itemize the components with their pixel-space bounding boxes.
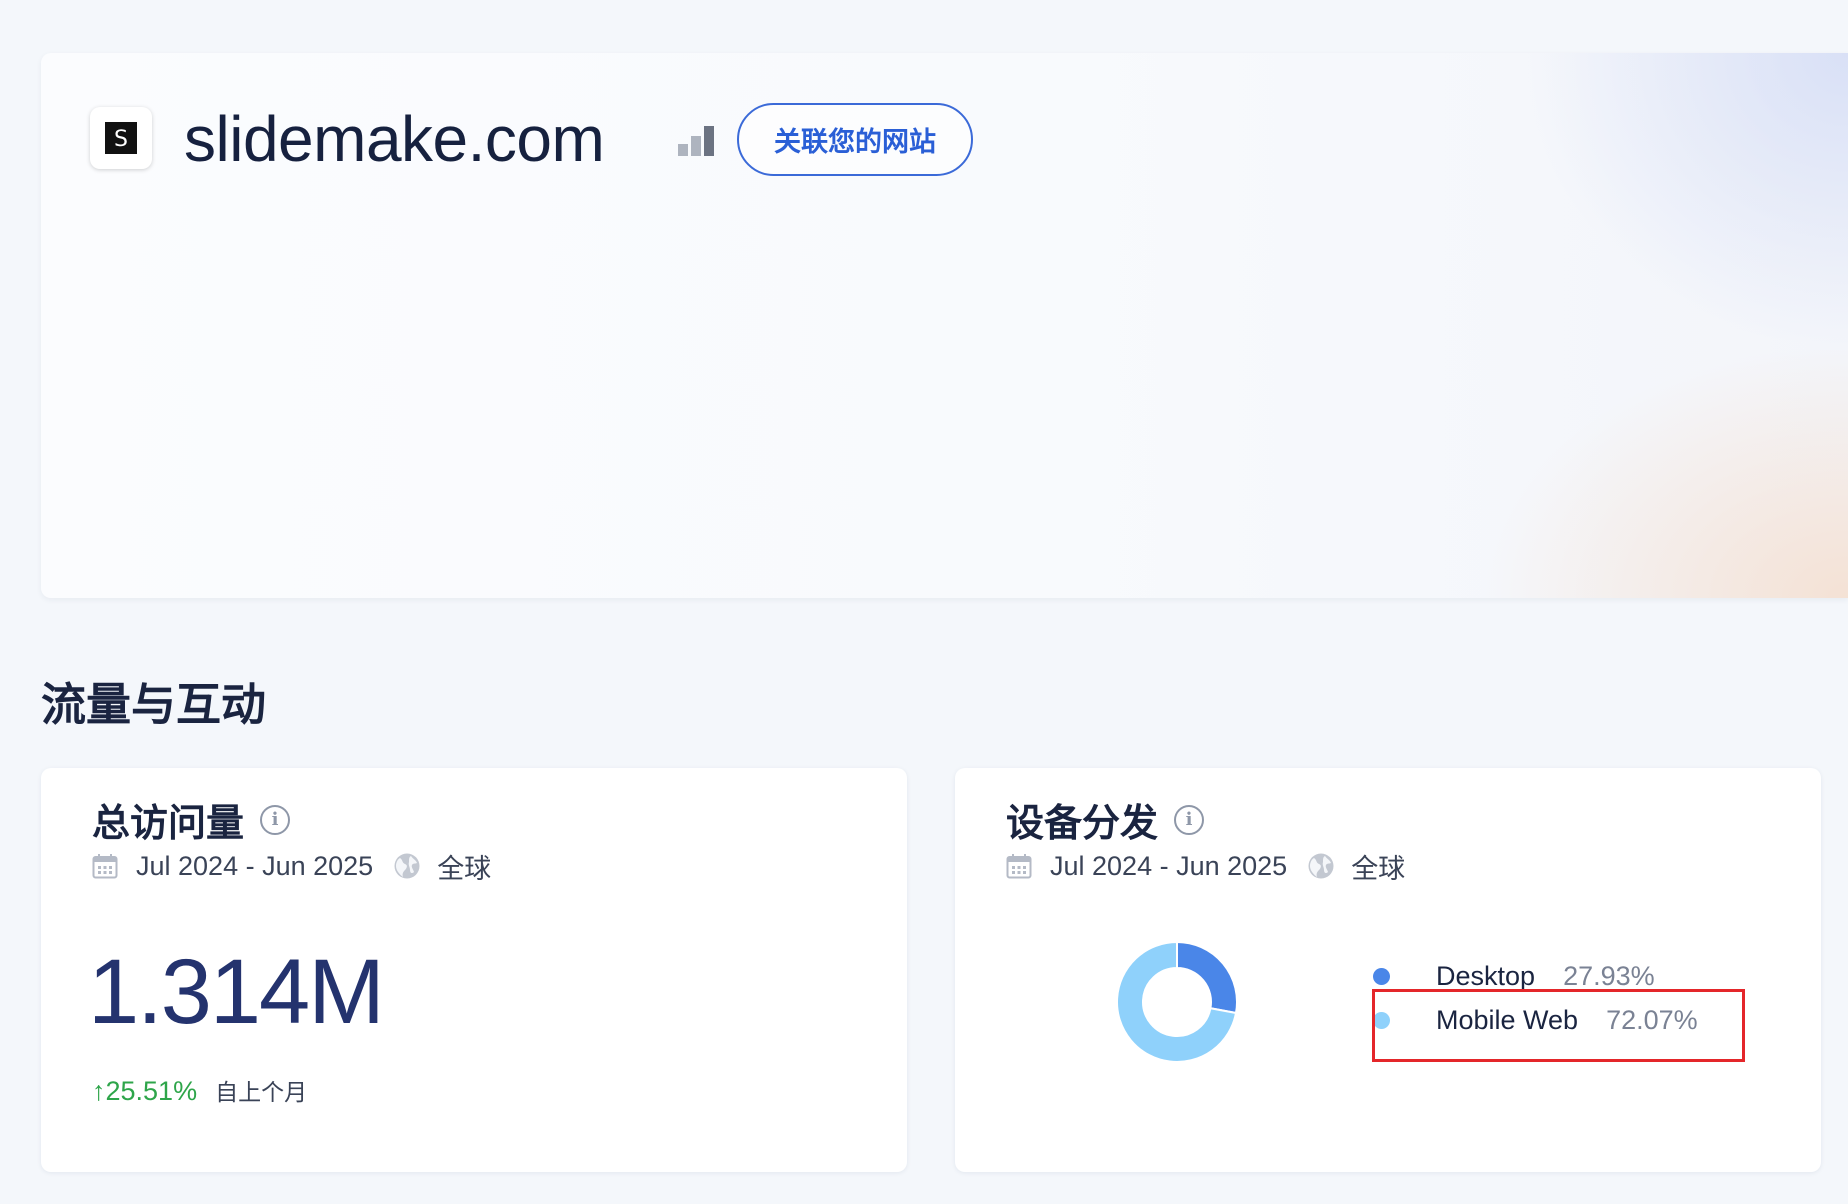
- legend-value: 72.07%: [1606, 1004, 1698, 1035]
- legend-item-desktop: Desktop 27.93%: [1373, 954, 1698, 998]
- site-name: slidemake.com: [184, 103, 605, 175]
- site-favicon-letter: S: [105, 122, 137, 154]
- site-favicon: S: [90, 107, 152, 169]
- device-donut-chart: [1116, 940, 1238, 1063]
- date-range: Jul 2024 - Jun 2025: [136, 850, 374, 881]
- calendar-icon: [1006, 854, 1032, 879]
- rank-bars-icon: [678, 126, 714, 156]
- device-distribution-card: 设备分发 i Jul 2024 - Jun 2025 全球 Desktop 27…: [955, 768, 1821, 1172]
- date-range: Jul 2024 - Jun 2025: [1050, 850, 1288, 881]
- desktop-legend-dot: [1373, 967, 1390, 985]
- mobile-web-legend-dot: [1373, 1011, 1390, 1029]
- device-distribution-title: 设备分发 i: [1006, 792, 1205, 847]
- device-distribution-meta: Jul 2024 - Jun 2025 全球: [1006, 846, 1405, 886]
- legend-item-mobile-web: Mobile Web 72.07%: [1373, 998, 1698, 1042]
- globe-icon: [1308, 853, 1334, 879]
- total-visits-title-text: 总访问量: [92, 803, 245, 845]
- total-visits-value: 1.314M: [88, 941, 385, 1043]
- info-icon[interactable]: i: [1174, 804, 1205, 835]
- donut-slice-desktop: [1176, 940, 1238, 1015]
- section-title: 流量与互动: [41, 679, 267, 730]
- total-visits-card: 总访问量 i Jul 2024 - Jun 2025 全球 1.314M ↑25…: [41, 768, 907, 1172]
- total-visits-title: 总访问量 i: [92, 792, 291, 847]
- visits-change: ↑25.51% 自上个月: [92, 1073, 307, 1107]
- visits-change-label: 自上个月: [215, 1079, 308, 1105]
- info-icon[interactable]: i: [260, 804, 291, 835]
- total-visits-meta: Jul 2024 - Jun 2025 全球: [92, 846, 491, 886]
- region-label: 全球: [1351, 853, 1406, 884]
- device-distribution-title-text: 设备分发: [1006, 803, 1159, 845]
- connect-website-button[interactable]: 关联您的网站: [737, 103, 973, 176]
- legend-label: Desktop: [1436, 960, 1536, 991]
- visits-change-percent: ↑25.51%: [92, 1076, 198, 1106]
- calendar-icon: [92, 854, 118, 879]
- region-label: 全球: [437, 853, 492, 884]
- device-legend: Desktop 27.93% Mobile Web 72.07%: [1373, 954, 1698, 1042]
- legend-label: Mobile Web: [1436, 1004, 1579, 1035]
- globe-icon: [394, 853, 420, 879]
- legend-value: 27.93%: [1563, 960, 1655, 991]
